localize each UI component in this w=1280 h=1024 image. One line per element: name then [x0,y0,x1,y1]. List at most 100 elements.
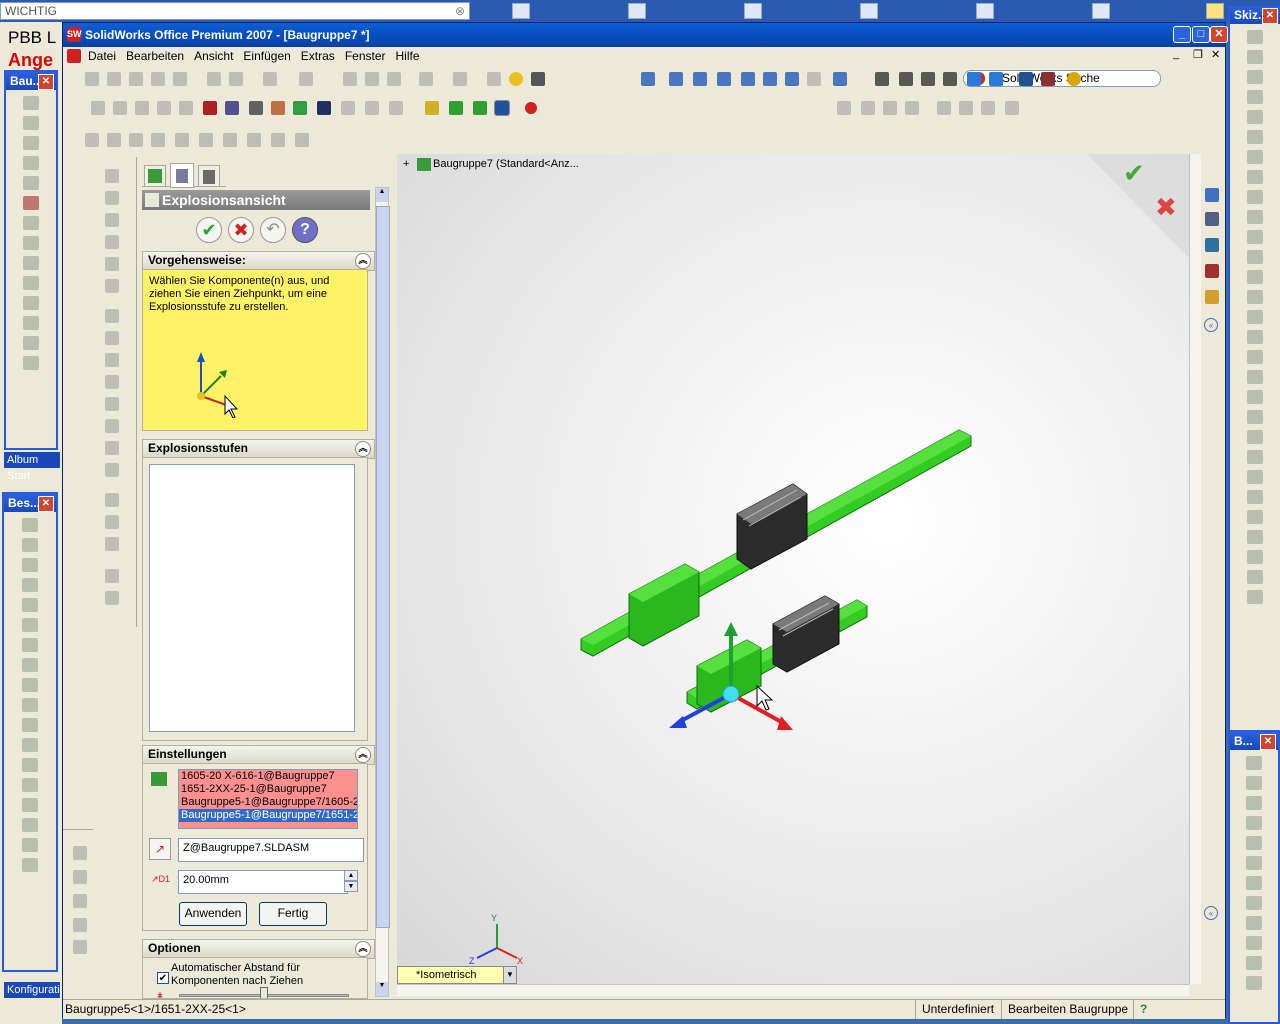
tool-icon[interactable] [861,101,875,115]
record-dot-icon[interactable] [525,102,537,114]
tool-icon[interactable] [1246,776,1262,790]
solidworks-logo-icon[interactable]: SW [67,27,82,42]
section-icon[interactable] [1019,72,1033,86]
library-icon[interactable] [1205,212,1219,226]
direction-field[interactable]: Z@Baugruppe7.SLDASM [178,838,364,862]
record-icon[interactable] [157,101,171,115]
realview-icon[interactable] [1041,72,1055,86]
step-icon[interactable] [135,101,149,115]
tool-icon[interactable] [85,133,99,147]
tool-icon[interactable] [959,101,973,115]
palette-title[interactable]: Bau... ✕ [6,72,56,90]
optionen-header[interactable]: Optionen ︽ [142,939,375,959]
collapse-icon[interactable]: ︽ [355,441,371,457]
maximize-button[interactable]: □ [1192,26,1210,43]
menu-hilfe[interactable]: Hilfe [391,47,425,65]
tool-icon[interactable] [22,758,38,772]
clear-icon[interactable]: ⊗ [455,3,465,19]
line-icon[interactable] [449,101,463,115]
tool-icon[interactable] [23,136,39,150]
collapse-icon[interactable]: ︽ [355,253,371,269]
tool-icon[interactable] [1247,570,1263,584]
tool-icon[interactable] [247,133,261,147]
shaded-edges-icon[interactable] [943,72,957,86]
tool-icon[interactable] [22,858,38,872]
asterisk-icon[interactable] [473,101,487,115]
scroll-up-button[interactable]: ▲ [376,188,388,202]
tool-icon[interactable] [22,538,38,552]
view-orientation-icon[interactable] [833,72,847,86]
tool-icon[interactable] [23,256,39,270]
tool-icon[interactable] [249,101,263,115]
tool-icon[interactable] [105,537,119,551]
document-icon[interactable] [179,101,193,115]
tool-icon[interactable] [295,133,309,147]
sketch-tool-icon[interactable] [1247,70,1263,84]
tool-icon[interactable] [1247,290,1263,304]
tool-icon[interactable] [22,518,38,532]
undo-icon[interactable] [263,72,277,86]
tool-icon[interactable] [1247,350,1263,364]
tool-icon[interactable] [1247,470,1263,484]
tool-icon[interactable] [105,191,119,205]
graphics-area[interactable]: + Baugruppe7 (Standard<Anz... ✔ ✖ Y X Z … [397,154,1189,984]
explosionsstufen-header[interactable]: Explosionsstufen ︽ [142,439,375,459]
collapse-icon[interactable]: ︽ [355,747,371,763]
close-icon[interactable]: ✕ [1260,734,1276,750]
tool-icon[interactable] [73,918,87,932]
tool-icon[interactable] [1246,936,1262,950]
expand-pane-icon[interactable]: « [1204,318,1218,332]
tool-icon[interactable] [1246,876,1262,890]
tool-icon[interactable] [1246,836,1262,850]
mate-icon[interactable] [425,101,439,115]
sketch-tool-icon[interactable] [1247,30,1263,44]
component-item[interactable]: 1605-20 X-616-1@Baugruppe7 [179,770,357,783]
tool-icon[interactable] [105,213,119,227]
tool-icon[interactable] [175,133,189,147]
component-item[interactable]: Baugruppe5-1@Baugruppe7/1605-20 [179,796,357,809]
menu-fenster[interactable]: Fenster [340,47,391,65]
vorgehensweise-header[interactable]: Vorgehensweise: ︽ [142,251,375,271]
tool-icon[interactable] [22,598,38,612]
tool-icon[interactable] [105,353,119,367]
view-palette-icon[interactable] [1205,264,1219,278]
close-icon[interactable]: ✕ [38,496,54,512]
palette-title[interactable]: Bes... ✕ [4,494,56,512]
tool-icon[interactable] [22,678,38,692]
tab-featuremanager[interactable] [144,165,166,187]
grid-icon[interactable] [419,72,433,86]
tool-icon[interactable] [937,101,951,115]
select-icon[interactable] [343,72,357,86]
tool-icon[interactable] [1247,550,1263,564]
close-icon[interactable]: ✕ [1262,8,1278,24]
components-list[interactable]: 1605-20 X-616-1@Baugruppe7 1651-2XX-25-1… [178,769,358,829]
tool-icon[interactable] [105,279,119,293]
tool-icon[interactable] [23,216,39,230]
tool-icon[interactable] [22,838,38,852]
tool-icon[interactable] [105,309,119,323]
reverse-direction-button[interactable]: ↗ [149,838,171,860]
tool-icon[interactable] [105,441,119,455]
point-tool-icon[interactable] [1247,270,1263,284]
tool-icon[interactable] [23,156,39,170]
doc-close-button[interactable]: ✕ [1211,48,1220,61]
new-icon[interactable] [85,72,99,86]
tool-icon[interactable] [22,798,38,812]
album-start-label[interactable]: Album Start [4,452,60,482]
tool-icon[interactable] [22,698,38,712]
tool-icon[interactable] [105,375,119,389]
distance-down-button[interactable]: ▼ [344,881,358,892]
line-tool-icon[interactable] [1247,90,1263,104]
minimize-button[interactable]: _ [1173,26,1191,43]
palette-title[interactable]: B... ✕ [1230,732,1278,750]
macro-icon[interactable] [225,101,239,115]
tool-icon[interactable] [23,176,39,190]
tool-icon[interactable] [1005,101,1019,115]
close-icon[interactable]: ✕ [38,74,54,90]
tool-icon[interactable] [105,257,119,271]
pm-scrollbar[interactable]: ▲ ▼ [375,187,390,997]
hidden-lines-icon[interactable] [899,72,913,86]
save-icon[interactable] [129,72,143,86]
select-other-icon[interactable] [365,72,379,86]
tool-icon[interactable] [271,101,285,115]
